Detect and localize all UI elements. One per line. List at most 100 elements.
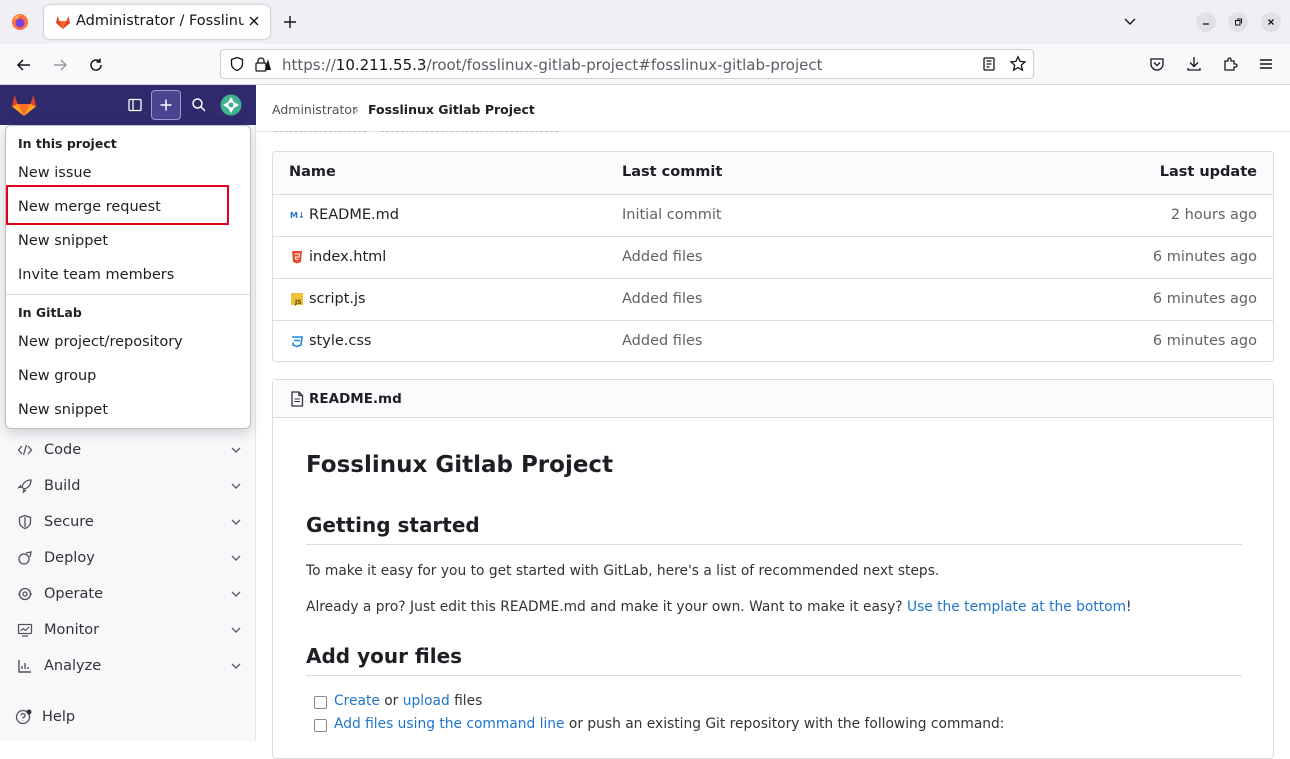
heading-getting-started: Getting started <box>306 513 480 537</box>
sidebar-item-build[interactable]: Build <box>0 468 256 504</box>
sidebar-help[interactable]: Help <box>0 699 256 735</box>
tab-list-chevron-icon[interactable] <box>1120 12 1140 32</box>
highlight-annotation-box <box>6 185 229 225</box>
last-update-time: 6 minutes ago <box>1152 291 1257 307</box>
sidebar-item-operate[interactable]: Operate <box>0 576 256 612</box>
svg-text:JS: JS <box>294 299 302 306</box>
dashed-divider <box>381 131 558 132</box>
user-avatar[interactable] <box>216 90 246 120</box>
rocket-icon <box>0 478 44 494</box>
sidebar-item-label: Monitor <box>44 622 100 638</box>
shield-icon <box>0 514 44 530</box>
url-text[interactable]: https://10.211.55.3/root/fosslinux-gitla… <box>282 56 823 74</box>
readme-panel: README.md Fosslinux Gitlab Project Getti… <box>272 379 1274 759</box>
commit-message-link[interactable]: Added files <box>622 291 702 307</box>
sidebar-item-label: Code <box>44 442 82 458</box>
chart-icon <box>0 658 44 674</box>
dashed-divider <box>275 131 366 132</box>
sidebar-header <box>0 85 256 125</box>
back-arrow-icon[interactable] <box>13 54 35 76</box>
dropdown-section-title: In this project <box>18 136 117 151</box>
firefox-icon[interactable] <box>9 11 31 33</box>
restore-icon[interactable] <box>1228 12 1248 32</box>
sidebar-item-monitor[interactable]: Monitor <box>0 612 256 648</box>
downloads-icon[interactable] <box>1184 54 1204 74</box>
hamburger-menu-icon[interactable] <box>1256 54 1276 74</box>
monitor-icon <box>0 622 44 638</box>
commit-message-link[interactable]: Added files <box>622 333 702 349</box>
file-icon <box>290 391 304 407</box>
pocket-icon[interactable] <box>1147 54 1167 74</box>
table-row[interactable]: style.css Added files 6 minutes ago <box>273 320 1273 361</box>
browser-tab-active[interactable]: Administrator / Fosslinux <box>44 5 270 39</box>
file-name-link[interactable]: script.js <box>309 291 366 307</box>
sidebar-item-deploy[interactable]: Deploy <box>0 540 256 576</box>
tab-close-icon[interactable] <box>247 14 261 28</box>
last-update-time: 6 minutes ago <box>1152 249 1257 265</box>
last-update-time: 6 minutes ago <box>1152 333 1257 349</box>
operate-icon <box>0 586 44 602</box>
browser-tab-bar: Administrator / Fosslinux <box>0 0 1290 44</box>
chevron-down-icon <box>216 626 256 634</box>
css-icon <box>290 334 304 348</box>
task-item-command-line: Add files using the command line or push… <box>334 716 1005 732</box>
bookmark-star-icon[interactable] <box>1009 55 1027 73</box>
readme-intro: To make it easy for you to get started w… <box>306 563 940 579</box>
sidebar-item-label: Operate <box>44 586 103 602</box>
close-window-icon[interactable] <box>1261 12 1281 32</box>
task-checkbox[interactable] <box>314 696 327 709</box>
sidebar-item-analyze[interactable]: Analyze <box>0 648 256 684</box>
forward-arrow-icon[interactable] <box>49 54 71 76</box>
template-link[interactable]: Use the template at the bottom <box>907 599 1126 615</box>
lock-warning-icon[interactable] <box>254 56 272 72</box>
dropdown-divider <box>6 294 250 295</box>
sidebar-toggle-icon[interactable] <box>120 90 150 120</box>
reader-view-icon[interactable] <box>981 56 997 72</box>
menu-item-new-group[interactable]: New group <box>6 359 250 393</box>
menu-item-new-snippet-project[interactable]: New snippet <box>6 224 250 258</box>
reload-icon[interactable] <box>85 54 107 76</box>
create-new-button[interactable] <box>151 90 181 120</box>
file-name-link[interactable]: index.html <box>309 249 386 265</box>
chevron-down-icon <box>216 554 256 562</box>
search-icon[interactable] <box>184 90 214 120</box>
html-icon <box>290 250 304 264</box>
sidebar-item-label: Build <box>44 478 81 494</box>
create-link[interactable]: Create <box>334 693 380 709</box>
minimize-icon[interactable] <box>1196 12 1216 32</box>
table-row[interactable]: M↓ README.md Initial commit 2 hours ago <box>273 194 1273 236</box>
gitlab-logo-icon[interactable] <box>11 92 37 117</box>
plus-icon <box>160 99 172 111</box>
menu-item-invite-team-members[interactable]: Invite team members <box>6 258 250 292</box>
shield-tracking-icon[interactable] <box>229 56 245 72</box>
create-new-dropdown: In this project New issue New merge requ… <box>5 125 251 429</box>
breadcrumb-parent[interactable]: Administrator <box>272 102 357 117</box>
table-header-row: Name Last commit Last update <box>273 152 1273 194</box>
commit-message-link[interactable]: Initial commit <box>622 207 722 223</box>
file-name-link[interactable]: style.css <box>309 333 371 349</box>
commit-message-link[interactable]: Added files <box>622 249 702 265</box>
sidebar-item-secure[interactable]: Secure <box>0 504 256 540</box>
file-name-link[interactable]: README.md <box>309 207 399 223</box>
chevron-down-icon <box>216 662 256 670</box>
breadcrumb: Administrator › Fosslinux Gitlab Project <box>257 85 1290 132</box>
readme-file-label[interactable]: README.md <box>309 391 402 407</box>
menu-item-new-snippet-gitlab[interactable]: New snippet <box>6 393 250 427</box>
extensions-icon[interactable] <box>1220 54 1240 74</box>
table-row[interactable]: index.html Added files 6 minutes ago <box>273 236 1273 278</box>
svg-text:M↓: M↓ <box>290 211 304 220</box>
chevron-down-icon <box>216 446 256 454</box>
js-icon: JS <box>290 292 304 306</box>
upload-link[interactable]: upload <box>403 693 450 709</box>
url-bar[interactable]: https://10.211.55.3/root/fosslinux-gitla… <box>220 49 1034 79</box>
heading-rule <box>306 544 1242 545</box>
help-icon <box>0 708 42 726</box>
menu-item-new-project[interactable]: New project/repository <box>6 325 250 359</box>
breadcrumb-current[interactable]: Fosslinux Gitlab Project <box>368 102 535 117</box>
heading-rule <box>306 675 1242 676</box>
sidebar-item-code[interactable]: Code <box>0 432 256 468</box>
table-row[interactable]: JS script.js Added files 6 minutes ago <box>273 278 1273 320</box>
task-checkbox[interactable] <box>314 719 327 732</box>
command-line-link[interactable]: Add files using the command line <box>334 716 565 732</box>
new-tab-icon[interactable] <box>280 12 300 32</box>
